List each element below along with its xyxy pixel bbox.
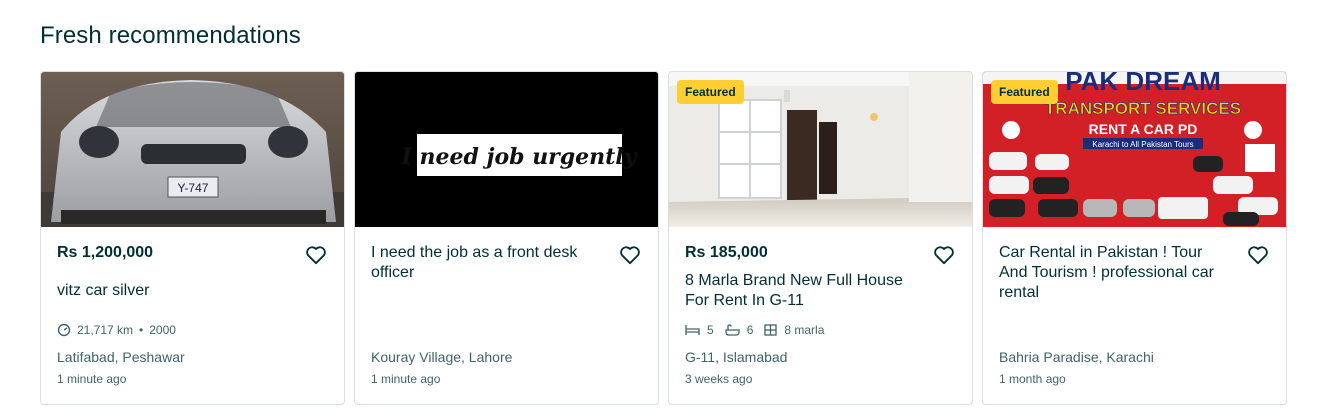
listing-image[interactable]: Y-747 [41,72,344,227]
listing-location: Kouray Village, Lahore [371,349,513,365]
listing-location: Bahria Paradise, Karachi [999,349,1154,365]
baths-count: 6 [746,323,754,337]
favorite-heart-icon[interactable] [618,243,642,267]
banner-line4-text: Karachi to All Pakistan Tours [1092,140,1193,149]
listing-title[interactable]: Car Rental in Pakistan ! Tour And Touris… [999,243,1234,303]
beds-count: 5 [707,323,714,337]
listing-time: 1 month ago [999,372,1066,386]
speedometer-icon [57,323,71,337]
listing-time: 3 weeks ago [685,372,753,386]
featured-badge: Featured [677,80,744,104]
listing-image[interactable]: PAK DREAM TRANSPORT SERVICES RENT A CAR … [983,72,1286,227]
bed-icon [685,324,700,336]
listing-title[interactable]: I need the job as a front desk officer [371,243,606,283]
section-title: Fresh recommendations [40,22,301,49]
listing-title[interactable]: vitz car silver [57,281,292,301]
license-plate-text: Y-747 [178,181,209,195]
listing-image[interactable]: Featured [669,72,972,227]
listing-location: Latifabad, Peshawar [57,349,185,365]
year-text: 2000 [149,323,176,337]
listing-card[interactable]: PAK DREAM TRANSPORT SERVICES RENT A CAR … [982,71,1287,405]
listing-image[interactable]: I need job urgently [355,72,658,227]
listing-card[interactable]: Featured Rs 185,000 8 Marla Brand New Fu… [668,71,973,405]
favorite-heart-icon[interactable] [932,243,956,267]
listing-price: Rs 1,200,000 [57,244,154,261]
listing-price: Rs 185,000 [685,244,768,261]
listing-title[interactable]: 8 Marla Brand New Full House For Rent In… [685,271,920,311]
listing-time: 1 minute ago [57,372,127,386]
listing-location: G-11, Islamabad [685,349,788,365]
listing-card[interactable]: Y-747 Rs 1,200,000 vitz car silver 21,71… [40,71,345,405]
area-text: 8 marla [784,323,825,337]
listing-time: 1 minute ago [371,372,441,386]
listing-meta: 21,717 km • 2000 [57,323,176,337]
banner-line1-text: PAK DREAM [1065,72,1221,96]
area-icon [764,324,778,336]
banner-line2-text: TRANSPORT SERVICES [1045,99,1241,118]
favorite-heart-icon[interactable] [1246,243,1270,267]
mileage-text: 21,717 km [77,323,134,337]
cards-row: Y-747 Rs 1,200,000 vitz car silver 21,71… [40,71,1287,405]
image-caption-text: I need job urgently [401,144,639,170]
favorite-heart-icon[interactable] [304,243,328,267]
bath-icon [725,324,740,336]
meta-separator: • [139,323,144,337]
featured-badge: Featured [991,80,1058,104]
listing-card[interactable]: I need job urgently I need the job as a … [354,71,659,405]
listing-meta: 5 6 8 marla [685,323,824,337]
banner-line3-text: RENT A CAR PD [1089,121,1198,137]
